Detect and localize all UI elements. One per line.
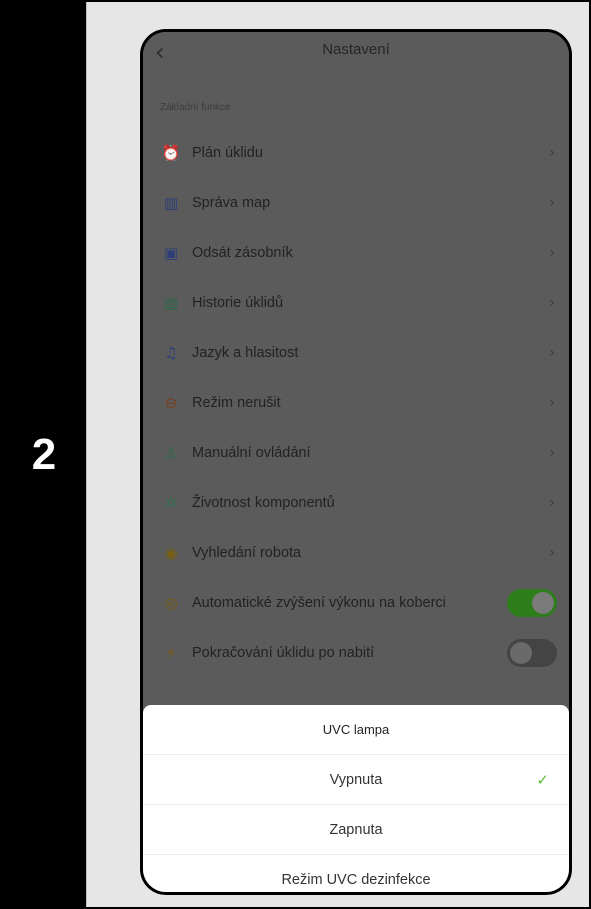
chevron-right-icon: › [549,145,555,161]
charging-icon: ⚡ [165,644,177,662]
nav-bar: ‹ Nastavení [143,32,569,72]
settings-row-label: Životnost komponentů [192,495,335,511]
step-bar: 2 [2,2,86,907]
settings-screen: ‹ Nastavení Základní funkce ⏰ Plán úklidu… [143,32,569,892]
option-uvc-disinfection[interactable]: Režim UVC dezinfekce [143,855,569,892]
robot-icon: ♙ [164,444,178,462]
settings-row-label: Historie úklidů [192,295,284,311]
bin-icon: ▣ [163,244,179,262]
settings-row-label: Automatické zvýšení výkonu na koberci [192,595,446,611]
page-title: Nastavení [322,41,390,58]
history-icon: ▤ [163,294,179,312]
chevron-right-icon: › [549,345,555,361]
location-pin-icon: ◉ [164,544,178,562]
check-icon: ✓ [536,770,549,789]
toggle-switch[interactable] [507,589,557,617]
alarm-clock-icon: ⏰ [161,144,181,162]
option-off[interactable]: Vypnuta ✓ [143,755,569,805]
toggle-knob [532,592,554,614]
settings-row[interactable]: ✲ Životnost komponentů › [143,478,569,528]
chevron-right-icon: › [549,445,555,461]
chevron-right-icon: › [549,495,555,511]
settings-row-label: Vyhledání robota [192,545,302,561]
chevron-right-icon: › [549,195,555,211]
step-number: 2 [31,429,57,479]
step-frame: 2 ‹ Nastavení Základní funkce ⏰ Plán úkli… [0,0,591,909]
do-not-disturb-icon: ⊖ [164,394,178,412]
settings-row[interactable]: ⊖ Režim nerušit › [143,378,569,428]
uvc-lamp-sheet: UVC lampa Vypnuta ✓ Zapnuta Režim UVC de… [143,705,569,892]
settings-row[interactable]: ⚡ Pokračování úklidu po nabití [143,628,569,678]
components-icon: ✲ [164,494,178,512]
option-label: Vypnuta [329,771,383,788]
settings-row[interactable]: ♙ Manuální ovládání › [143,428,569,478]
settings-row-label: Správa map [192,195,271,211]
settings-row-label: Plán úklidu [192,145,263,161]
chevron-right-icon: › [549,395,555,411]
bell-icon: ♫ [164,344,178,362]
map-icon: ▥ [163,194,179,212]
boost-icon: ◎ [164,594,178,612]
settings-row[interactable]: ◉ Vyhledání robota › [143,528,569,578]
settings-row[interactable]: ♫ Jazyk a hlasitost › [143,328,569,378]
settings-row-label: Manuální ovládání [192,445,311,461]
settings-row-label: Režim nerušit [192,395,281,411]
option-label: Režim UVC dezinfekce [281,872,431,888]
chevron-right-icon: › [549,545,555,561]
sheet-title: UVC lampa [143,705,569,755]
settings-row[interactable]: ⏰ Plán úklidu › [143,128,569,178]
toggle-knob [510,642,532,664]
toggle-switch[interactable] [507,639,557,667]
settings-row[interactable]: ▥ Správa map › [143,178,569,228]
settings-row-label: Jazyk a hlasitost [192,345,299,361]
chevron-right-icon: › [549,245,555,261]
settings-row-label: Pokračování úklidu po nabití [192,645,375,661]
settings-row[interactable]: ▣ Odsát zásobník › [143,228,569,278]
settings-row-label: Odsát zásobník [192,245,293,261]
option-label: Zapnuta [329,821,383,838]
chevron-right-icon: › [549,295,555,311]
settings-row[interactable]: ◎ Automatické zvýšení výkonu na koberci [143,578,569,628]
phone-frame: ‹ Nastavení Základní funkce ⏰ Plán úklidu… [140,29,572,895]
option-on[interactable]: Zapnuta [143,805,569,855]
section-label: Základní funkce [160,102,231,113]
settings-row[interactable]: ▤ Historie úklidů › [143,278,569,328]
